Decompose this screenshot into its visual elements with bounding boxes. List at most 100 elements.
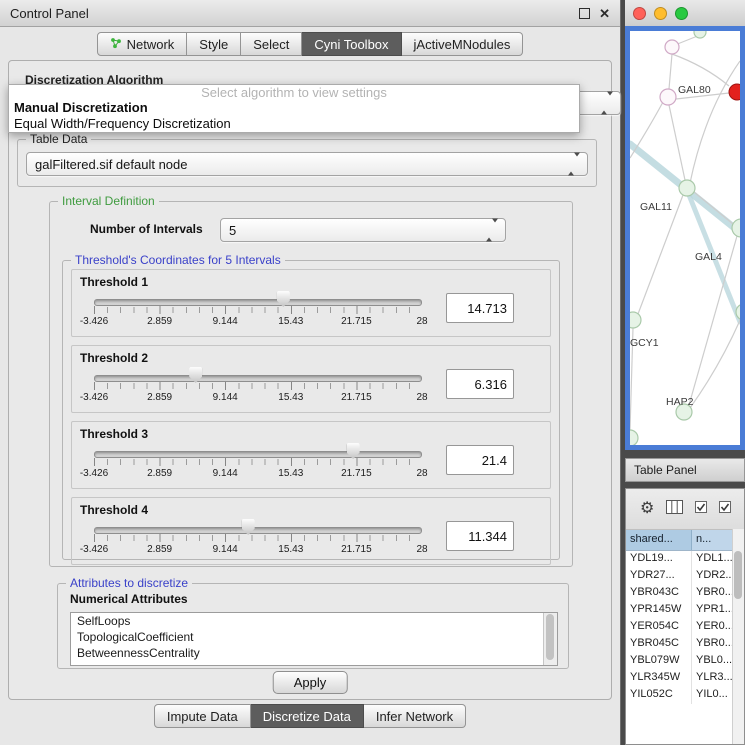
tab-discretize-data[interactable]: Discretize Data (251, 704, 364, 728)
threshold-1-label: Threshold 1 (80, 275, 148, 289)
table-row[interactable]: YBR045C YBR0... (626, 636, 733, 653)
columns-icon[interactable] (666, 500, 683, 519)
attribute-item[interactable]: SelfLoops (71, 613, 557, 629)
cell-shared-name[interactable]: YBR043C (626, 585, 692, 602)
network-node[interactable] (665, 40, 679, 54)
tick-label: 21.715 (341, 468, 372, 479)
network-node-gal4[interactable] (732, 219, 740, 237)
cell-name[interactable]: YBR0... (692, 636, 733, 653)
threshold-4-slider[interactable]: -3.4262.8599.14415.4321.71528 (80, 518, 436, 560)
cell-shared-name[interactable]: YBL079W (626, 653, 692, 670)
network-edge[interactable] (690, 318, 740, 408)
threshold-1-value-field[interactable]: 14.713 (446, 293, 514, 323)
tick-label: 21.715 (341, 544, 372, 555)
minimize-traffic-light-icon[interactable] (654, 7, 667, 20)
network-canvas[interactable]: GAL80 GAL11 GAL4 GCY1 HAP2 (625, 26, 745, 450)
network-node-gcy1[interactable] (630, 312, 641, 328)
network-node-gal11[interactable] (679, 180, 695, 196)
slider-track[interactable] (94, 375, 422, 382)
network-edge[interactable] (669, 54, 672, 89)
cell-shared-name[interactable]: YLR345W (626, 670, 692, 687)
list-scrollbar[interactable] (543, 613, 557, 665)
tab-infer-network[interactable]: Infer Network (364, 704, 466, 728)
attributes-group: Attributes to discretize Numerical Attri… (57, 583, 569, 669)
threshold-1-slider[interactable]: -3.4262.8599.14415.4321.71528 (80, 290, 436, 332)
threshold-4-value-field[interactable]: 11.344 (446, 521, 514, 551)
tab-select[interactable]: Select (241, 32, 302, 56)
cell-shared-name[interactable]: YER054C (626, 619, 692, 636)
column-header-shared-name[interactable]: shared... (626, 530, 692, 550)
select-all-checkbox-icon[interactable] (695, 500, 707, 518)
network-node[interactable] (630, 430, 638, 445)
network-edge[interactable] (672, 54, 729, 86)
table-panel-titlebar[interactable]: Table Panel (625, 458, 745, 482)
table-row[interactable]: YIL052C YIL0... (626, 687, 733, 704)
tick-label: 9.144 (213, 316, 238, 327)
table-data-combobox[interactable]: galFiltered.sif default node (26, 152, 588, 176)
threshold-2-slider[interactable]: -3.4262.8599.14415.4321.71528 (80, 366, 436, 408)
gear-icon[interactable]: ⚙ (640, 501, 654, 517)
tab-impute-data[interactable]: Impute Data (154, 704, 251, 728)
threshold-2-block: Threshold 2 -3.4262.8599.14415.4321.7152… (71, 345, 551, 413)
table-row[interactable]: YBL079W YBL0... (626, 653, 733, 670)
cell-name[interactable]: YLR3... (692, 670, 733, 687)
table-row[interactable]: YDL19... YDL1... (626, 551, 733, 568)
threshold-3-slider[interactable]: -3.4262.8599.14415.4321.71528 (80, 442, 436, 484)
table-data-legend: Table Data (26, 132, 91, 146)
network-node-gal80[interactable] (660, 89, 676, 105)
cell-shared-name[interactable]: YPR145W (626, 602, 692, 619)
dropdown-option-equal-width-frequency[interactable]: Equal Width/Frequency Discretization (9, 116, 579, 132)
cell-shared-name[interactable]: YIL052C (626, 687, 692, 704)
table-row[interactable]: YDR27... YDR2... (626, 568, 733, 585)
cell-name[interactable]: YER0... (692, 619, 733, 636)
tab-network[interactable]: Network (97, 32, 188, 56)
cell-name[interactable]: YBL0... (692, 653, 733, 670)
float-window-icon[interactable] (579, 8, 590, 19)
table-row[interactable]: YER054C YER0... (626, 619, 733, 636)
table-scrollbar-thumb[interactable] (734, 551, 742, 599)
attribute-item[interactable]: BetweennessCentrality (71, 645, 557, 661)
deselect-all-checkbox-icon[interactable] (719, 500, 731, 518)
tick-label: 28 (416, 468, 427, 479)
slider-track[interactable] (94, 299, 422, 306)
tab-jactivemnodules[interactable]: jActiveMNodules (402, 32, 524, 56)
list-scrollbar-thumb[interactable] (546, 614, 554, 660)
slider-track[interactable] (94, 451, 422, 458)
network-edge[interactable] (669, 105, 685, 180)
table-scrollbar[interactable] (732, 529, 744, 744)
cell-name[interactable]: YPR1... (692, 602, 733, 619)
cell-shared-name[interactable]: YBR045C (626, 636, 692, 653)
network-graph: GAL80 GAL11 GAL4 GCY1 HAP2 (630, 31, 740, 445)
threshold-2-value-field[interactable]: 6.316 (446, 369, 514, 399)
network-node-selected[interactable] (729, 84, 740, 100)
tab-cyni-toolbox[interactable]: Cyni Toolbox (302, 32, 401, 56)
network-node[interactable] (694, 31, 706, 38)
table-row[interactable]: YBR043C YBR0... (626, 585, 733, 602)
interval-definition-legend: Interval Definition (58, 194, 159, 208)
table-row[interactable]: YLR345W YLR3... (626, 670, 733, 687)
network-edge[interactable] (690, 61, 740, 183)
attribute-item[interactable]: TopologicalCoefficient (71, 629, 557, 645)
tab-label: Impute Data (167, 709, 238, 724)
slider-track[interactable] (94, 527, 422, 534)
dropdown-option-manual-discretization[interactable]: Manual Discretization (9, 100, 579, 116)
apply-button[interactable]: Apply (273, 671, 348, 694)
dropdown-placeholder-item: Select algorithm to view settings (9, 85, 579, 100)
cell-name[interactable]: YBR0... (692, 585, 733, 602)
table-row[interactable]: YPR145W YPR1... (626, 602, 733, 619)
zoom-traffic-light-icon[interactable] (675, 7, 688, 20)
tick-label: 9.144 (213, 392, 238, 403)
close-traffic-light-icon[interactable] (633, 7, 646, 20)
cell-name[interactable]: YDR2... (692, 568, 733, 585)
cell-name[interactable]: YDL1... (692, 551, 733, 568)
cell-shared-name[interactable]: YDL19... (626, 551, 692, 568)
cell-name[interactable]: YIL0... (692, 687, 733, 704)
column-header-name[interactable]: n... (692, 530, 733, 550)
close-icon[interactable]: ✕ (599, 7, 610, 20)
slider-major-ticks (94, 306, 422, 314)
number-of-intervals-combobox[interactable]: 5 (220, 218, 506, 242)
tab-style[interactable]: Style (187, 32, 241, 56)
network-edge[interactable] (630, 102, 663, 158)
cell-shared-name[interactable]: YDR27... (626, 568, 692, 585)
threshold-3-value-field[interactable]: 21.4 (446, 445, 514, 475)
